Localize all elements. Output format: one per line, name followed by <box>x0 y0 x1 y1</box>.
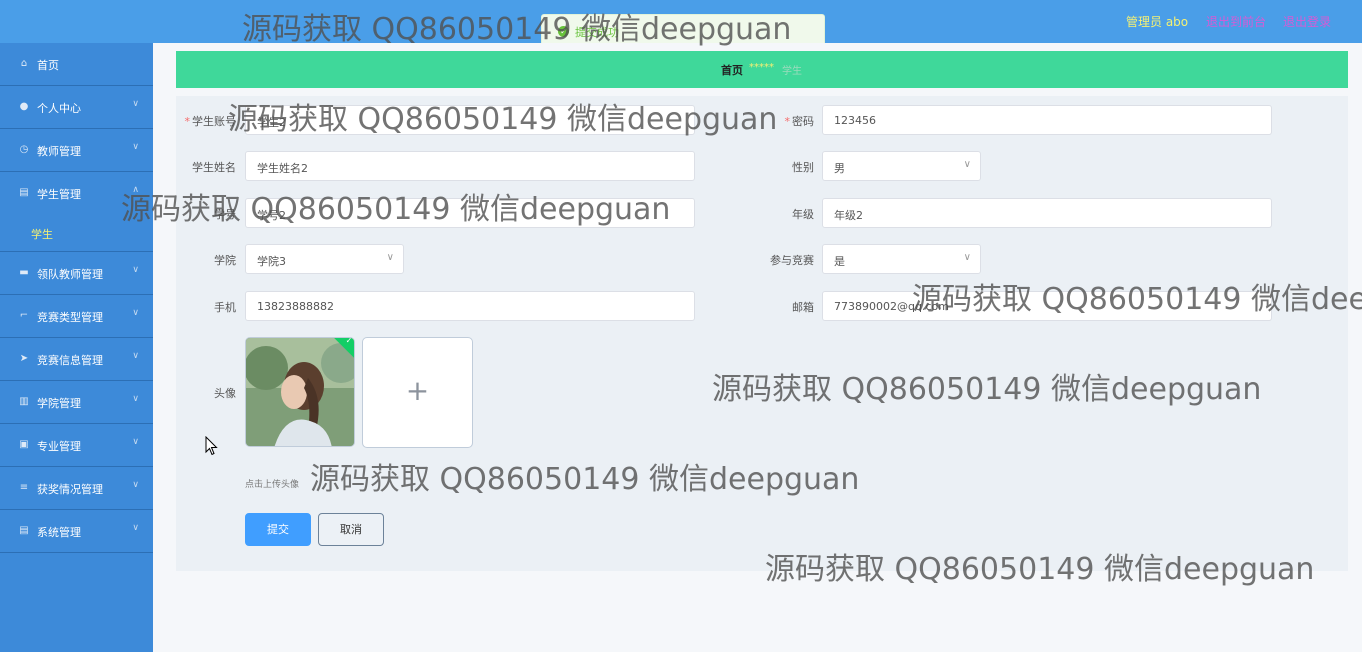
home-icon: ⌂ <box>20 58 28 69</box>
student-number-label: 学号 <box>214 208 236 221</box>
sidebar-item-awards[interactable]: ≡ 获奖情况管理 ∨ <box>0 467 153 510</box>
list-icon: ≡ <box>19 482 29 493</box>
sidebar-item-colleges[interactable]: ▥ 学院管理 ∨ <box>0 381 153 424</box>
sidebar-item-majors[interactable]: ▣ 专业管理 ∨ <box>0 424 153 467</box>
email-label: 邮箱 <box>792 301 814 314</box>
plus-icon: + <box>405 374 430 407</box>
sidebar-item-competition-types[interactable]: ⌐ 竞赛类型管理 ∨ <box>0 295 153 338</box>
gender-label: 性别 <box>792 161 814 174</box>
clipboard-icon: ▤ <box>19 525 29 536</box>
video-icon: ▬ <box>19 267 29 278</box>
submenu-item-student[interactable]: 学生 <box>0 215 153 252</box>
breadcrumb-home[interactable]: 首页 <box>721 62 743 78</box>
college-select[interactable]: 学院3 ∨ <box>245 244 404 274</box>
grade-input[interactable]: 年级2 <box>822 198 1272 228</box>
upload-tip: 点击上传头像 <box>245 480 300 490</box>
chevron-down-icon: ∨ <box>132 523 139 533</box>
chevron-down-icon: ∨ <box>132 394 139 404</box>
avatar-image[interactable]: ✓ <box>245 337 355 447</box>
student-number-input[interactable]: 学号2 <box>245 198 695 228</box>
password-input[interactable]: 123456 <box>822 105 1272 135</box>
chevron-up-icon: ∧ <box>132 185 139 195</box>
sidebar: ⌂ 首页 ● 个人中心 ∨ ◷ 教师管理 ∨ ▤ 学生管理 ∧ 学生 ▬ 领队教… <box>0 43 153 652</box>
briefcase-icon: ▣ <box>19 439 29 450</box>
chevron-down-icon: ∨ <box>132 437 139 447</box>
account-input[interactable]: 学生2 <box>245 105 695 135</box>
upload-avatar-button[interactable]: + <box>362 337 473 448</box>
clock-icon: ◷ <box>19 144 29 155</box>
sidebar-item-label: 专业管理 <box>37 440 81 453</box>
sidebar-item-lead-teachers[interactable]: ▬ 领队教师管理 ∨ <box>0 252 153 295</box>
submenu-label: 学生 <box>31 228 53 241</box>
admin-username: 管理员 abo <box>1126 15 1189 29</box>
chevron-down-icon: ∨ <box>132 308 139 318</box>
chevron-down-icon: ∨ <box>132 142 139 152</box>
sidebar-item-home[interactable]: ⌂ 首页 <box>0 43 153 86</box>
name-input[interactable]: 学生姓名2 <box>245 151 695 181</box>
grade-label: 年级 <box>792 208 814 221</box>
sidebar-item-label: 学生管理 <box>37 188 81 201</box>
logout-link[interactable]: 退出登录 <box>1283 13 1331 30</box>
chevron-down-icon: ∨ <box>132 265 139 275</box>
submit-button[interactable]: 提交 <box>245 513 311 546</box>
crop-icon: ⌐ <box>19 310 29 321</box>
sidebar-item-label: 竞赛类型管理 <box>37 311 103 324</box>
avatar-photo <box>246 338 354 446</box>
cancel-button[interactable]: 取消 <box>318 513 384 546</box>
breadcrumb: 首页 ***** 学生 <box>176 51 1348 88</box>
sidebar-item-label: 获奖情况管理 <box>37 483 103 496</box>
email-input[interactable]: 773890002@qq.com <box>822 291 1272 321</box>
chevron-down-icon: ∨ <box>963 252 971 263</box>
sidebar-item-label: 个人中心 <box>37 102 81 115</box>
breadcrumb-separator: ***** <box>749 62 774 73</box>
chevron-down-icon: ∨ <box>132 351 139 361</box>
send-icon: ➤ <box>19 353 29 364</box>
sidebar-item-competition-info[interactable]: ➤ 竞赛信息管理 ∨ <box>0 338 153 381</box>
chevron-down-icon: ∨ <box>132 99 139 109</box>
check-icon: ✓ <box>345 337 353 346</box>
breadcrumb-current: 学生 <box>782 66 802 77</box>
chevron-down-icon: ∨ <box>963 159 971 170</box>
sidebar-item-label: 教师管理 <box>37 145 81 158</box>
sidebar-item-label: 学院管理 <box>37 397 81 410</box>
phone-input[interactable]: 13823888882 <box>245 291 695 321</box>
college-label: 学院 <box>214 254 236 267</box>
gender-select[interactable]: 男 ∨ <box>822 151 981 181</box>
mouse-cursor-icon <box>205 436 218 456</box>
phone-label: 手机 <box>214 301 236 314</box>
avatar-label: 头像 <box>214 387 236 400</box>
sidebar-item-profile[interactable]: ● 个人中心 ∨ <box>0 86 153 129</box>
exit-to-front-link[interactable]: 退出到前台 <box>1206 13 1266 30</box>
sidebar-item-students[interactable]: ▤ 学生管理 ∧ 学生 <box>0 172 153 252</box>
sidebar-item-system[interactable]: ▤ 系统管理 ∨ <box>0 510 153 553</box>
user-icon: ● <box>19 101 29 112</box>
chevron-down-icon: ∨ <box>132 480 139 490</box>
toast-message: 提交成功 <box>575 26 619 39</box>
sidebar-item-label: 竞赛信息管理 <box>37 354 103 367</box>
sidebar-item-teachers[interactable]: ◷ 教师管理 ∨ <box>0 129 153 172</box>
name-label: 学生姓名 <box>192 161 236 174</box>
sidebar-item-label: 系统管理 <box>37 526 81 539</box>
chevron-down-icon: ∨ <box>386 252 394 263</box>
book-icon: ▥ <box>19 396 29 407</box>
account-label: * 学生账号 <box>184 115 237 128</box>
sidebar-item-label: 首页 <box>37 59 59 72</box>
sidebar-item-label: 领队教师管理 <box>37 268 103 281</box>
competition-select[interactable]: 是 ∨ <box>822 244 981 274</box>
clipboard-icon: ▤ <box>19 187 29 198</box>
password-label: * 密码 <box>784 115 815 128</box>
competition-label: 参与竞赛 <box>770 254 814 267</box>
check-circle-icon: ✓ <box>558 26 569 37</box>
